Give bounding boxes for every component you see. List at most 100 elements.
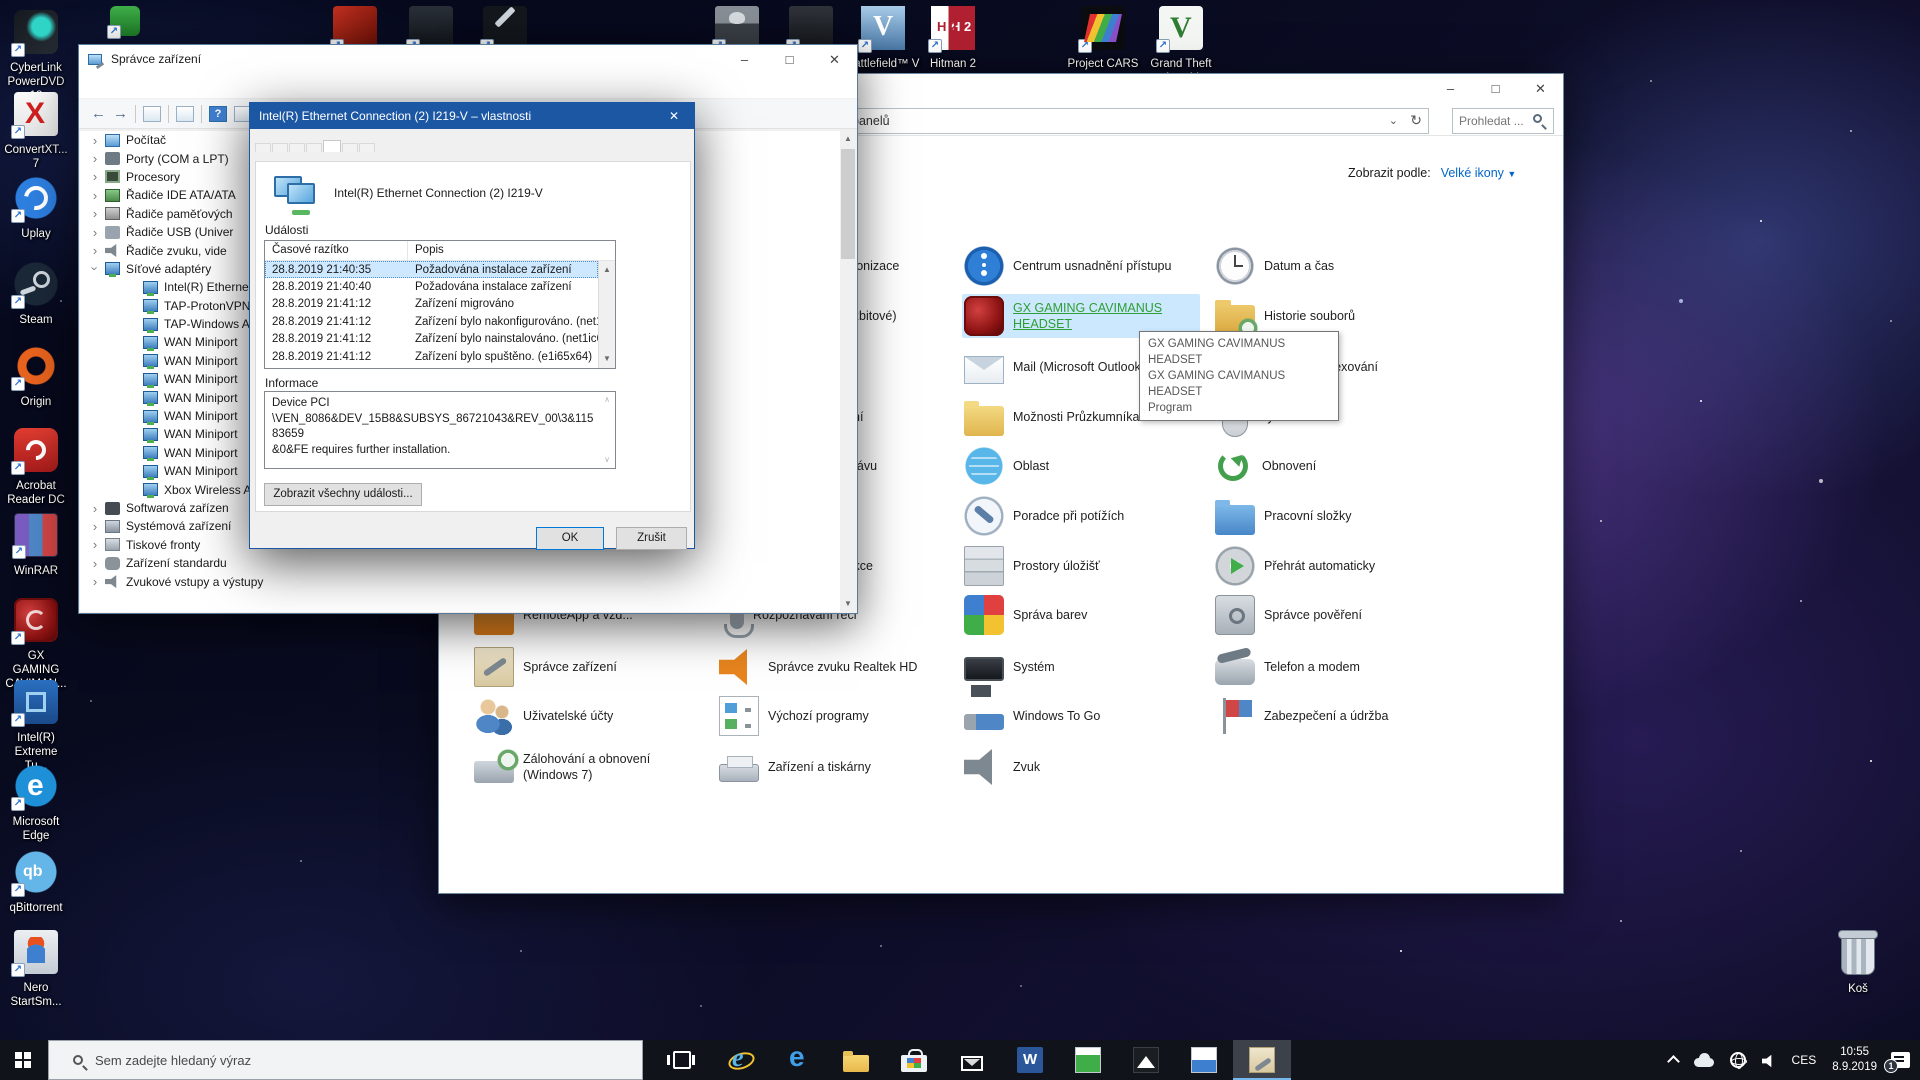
desktop-shortcut[interactable]: GX GAMING CAVIMAN... <box>4 598 68 691</box>
minimize-icon[interactable] <box>1428 74 1473 106</box>
control-panel-item[interactable]: Správce zvuku Realtek HD <box>717 645 955 689</box>
control-panel-item[interactable]: Prostory úložišť <box>962 544 1200 588</box>
volume-icon[interactable] <box>1762 1054 1776 1068</box>
chevron-down-icon[interactable]: ▼ <box>1507 169 1516 179</box>
desktop-shortcut[interactable]: Origin <box>4 344 68 410</box>
column-header-time[interactable]: Časové razítko <box>265 241 408 260</box>
start-button[interactable] <box>0 1040 48 1080</box>
close-icon[interactable] <box>812 45 857 75</box>
minimize-icon[interactable] <box>722 45 767 75</box>
taskbar-app-button[interactable] <box>1117 1040 1175 1080</box>
refresh-icon[interactable]: ↻ <box>1410 112 1422 129</box>
properties-icon[interactable] <box>176 106 194 122</box>
tree-item[interactable]: Zvukové vstupy a výstupy <box>80 572 842 590</box>
scroll-up-icon[interactable]: ∧ <box>599 392 615 408</box>
control-panel-item[interactable]: Windows To Go <box>962 694 1200 738</box>
desktop-shortcut[interactable]: Microsoft Edge <box>4 764 68 844</box>
back-icon[interactable]: ← <box>91 105 106 122</box>
show-all-events-button[interactable]: Zobrazit všechny události... <box>264 483 422 506</box>
scrollbar[interactable]: ∧ ∨ <box>599 392 615 468</box>
taskbar-app-button[interactable] <box>885 1040 943 1080</box>
desktop-shortcut[interactable]: Steam <box>4 262 68 328</box>
forward-icon[interactable]: → <box>113 105 128 122</box>
expander-icon[interactable] <box>88 261 102 276</box>
help-icon[interactable] <box>209 106 227 122</box>
dialog-tab[interactable] <box>359 143 375 152</box>
taskbar-app-button[interactable] <box>827 1040 885 1080</box>
expander-icon[interactable] <box>88 206 102 221</box>
scroll-down-icon[interactable]: ▼ <box>599 351 615 367</box>
taskbar-app-button[interactable] <box>653 1040 711 1080</box>
control-panel-item[interactable]: Zálohování a obnovení (Windows 7) <box>472 745 710 789</box>
event-row[interactable]: 28.8.2019 21:41:12 Zařízení bylo nakonfi… <box>265 313 598 330</box>
info-box[interactable]: Device PCI \VEN_8086&DEV_15B8&SUBSYS_867… <box>264 391 616 469</box>
desktop-shortcut[interactable]: Acrobat Reader DC <box>4 428 68 508</box>
events-list[interactable]: Časové razítko Popis 28.8.2019 21:40:35 … <box>264 240 616 369</box>
desktop-shortcut[interactable]: ConvertXT... 7 <box>4 92 68 172</box>
expander-icon[interactable] <box>88 501 102 516</box>
expander-icon[interactable] <box>88 188 102 203</box>
dialog-tab[interactable] <box>255 143 271 152</box>
taskbar-app-button[interactable] <box>1233 1040 1291 1080</box>
control-panel-item[interactable]: Správce pověření <box>1213 593 1451 637</box>
control-panel-item[interactable]: Výchozí programy <box>717 694 955 738</box>
event-row[interactable]: 28.8.2019 21:41:12 Zařízení bylo nainsta… <box>265 331 598 348</box>
desktop-shortcut[interactable]: Uplay <box>4 176 68 242</box>
maximize-icon[interactable] <box>1473 74 1518 106</box>
taskbar-search[interactable]: Sem zadejte hledaný výraz <box>48 1040 643 1080</box>
dialog-tab[interactable] <box>272 143 288 152</box>
events-list-header[interactable]: Časové razítko Popis <box>265 241 615 261</box>
ok-button[interactable]: OK <box>536 527 604 550</box>
language-indicator[interactable]: CES <box>1792 1053 1817 1067</box>
control-panel-item[interactable]: Přehrát automaticky <box>1213 544 1451 588</box>
desktop-shortcut[interactable] <box>88 6 162 44</box>
dialog-titlebar[interactable]: Intel(R) Ethernet Connection (2) I219-V … <box>250 103 694 129</box>
scrollbar[interactable]: ▲ ▼ <box>598 261 615 368</box>
network-icon[interactable] <box>1730 1052 1746 1068</box>
scroll-up-icon[interactable]: ▲ <box>599 262 615 278</box>
maximize-icon[interactable] <box>767 45 812 75</box>
taskbar-app-button[interactable] <box>1175 1040 1233 1080</box>
view-by-value[interactable]: Velké ikony <box>1441 166 1504 180</box>
event-row[interactable]: 28.8.2019 21:41:12 Zařízení bylo spuštěn… <box>265 348 598 365</box>
control-panel-item[interactable]: Správa barev <box>962 593 1200 637</box>
scroll-down-icon[interactable]: ▼ <box>840 596 856 612</box>
expander-icon[interactable] <box>88 169 102 184</box>
taskbar-app-button[interactable] <box>769 1040 827 1080</box>
control-panel-item[interactable]: Centrum usnadnění přístupu <box>962 244 1200 288</box>
dialog-tab[interactable] <box>323 140 341 152</box>
cancel-button[interactable]: Zrušit <box>616 527 687 550</box>
control-panel-item[interactable]: Poradce při potížích <box>962 494 1200 538</box>
control-panel-item[interactable]: Správce zařízení <box>472 645 710 689</box>
device-manager-titlebar[interactable]: Správce zařízení <box>79 45 857 75</box>
clock[interactable]: 10:55 8.9.2019 <box>1832 1045 1877 1075</box>
event-row[interactable]: 28.8.2019 21:41:12 Zařízení migrováno <box>265 296 598 313</box>
dialog-tab[interactable] <box>289 143 305 152</box>
expander-icon[interactable] <box>88 133 102 148</box>
event-row[interactable]: 28.8.2019 21:40:35 Požadována instalace … <box>265 261 598 278</box>
onedrive-icon[interactable] <box>1694 1058 1714 1067</box>
event-row[interactable]: 28.8.2019 21:40:40 Požadována instalace … <box>265 278 598 295</box>
notifications-icon[interactable]: 1 <box>1891 1052 1910 1068</box>
close-icon[interactable] <box>654 103 694 129</box>
expander-icon[interactable] <box>88 556 102 571</box>
dialog-tab[interactable] <box>342 143 358 152</box>
desktop-shortcut[interactable]: CyberLink PowerDVD 18 <box>4 10 68 103</box>
desktop-shortcut[interactable]: Hitman 2 <box>916 6 990 72</box>
taskbar-app-button[interactable] <box>1001 1040 1059 1080</box>
desktop-shortcut[interactable]: WinRAR <box>4 513 68 579</box>
expander-icon[interactable] <box>88 519 102 534</box>
desktop-shortcut[interactable]: Project CARS <box>1066 6 1140 72</box>
chevron-up-icon[interactable] <box>1667 1055 1680 1068</box>
scroll-up-icon[interactable]: ▲ <box>840 131 856 147</box>
taskbar-app-button[interactable] <box>1059 1040 1117 1080</box>
scrollbar-thumb[interactable] <box>841 149 855 259</box>
desktop-shortcut[interactable]: qBittorrent <box>4 850 68 916</box>
chevron-down-icon[interactable]: ⌄ <box>1389 114 1398 127</box>
recycle-bin[interactable]: Koš <box>1830 935 1886 997</box>
control-panel-item[interactable]: Zařízení a tiskárny <box>717 745 955 789</box>
scrollbar[interactable]: ▲ ▼ <box>840 131 856 612</box>
expander-icon[interactable] <box>88 574 102 589</box>
scroll-down-icon[interactable]: ∨ <box>599 452 615 468</box>
desktop-shortcut[interactable]: Nero StartSm... <box>4 930 68 1010</box>
